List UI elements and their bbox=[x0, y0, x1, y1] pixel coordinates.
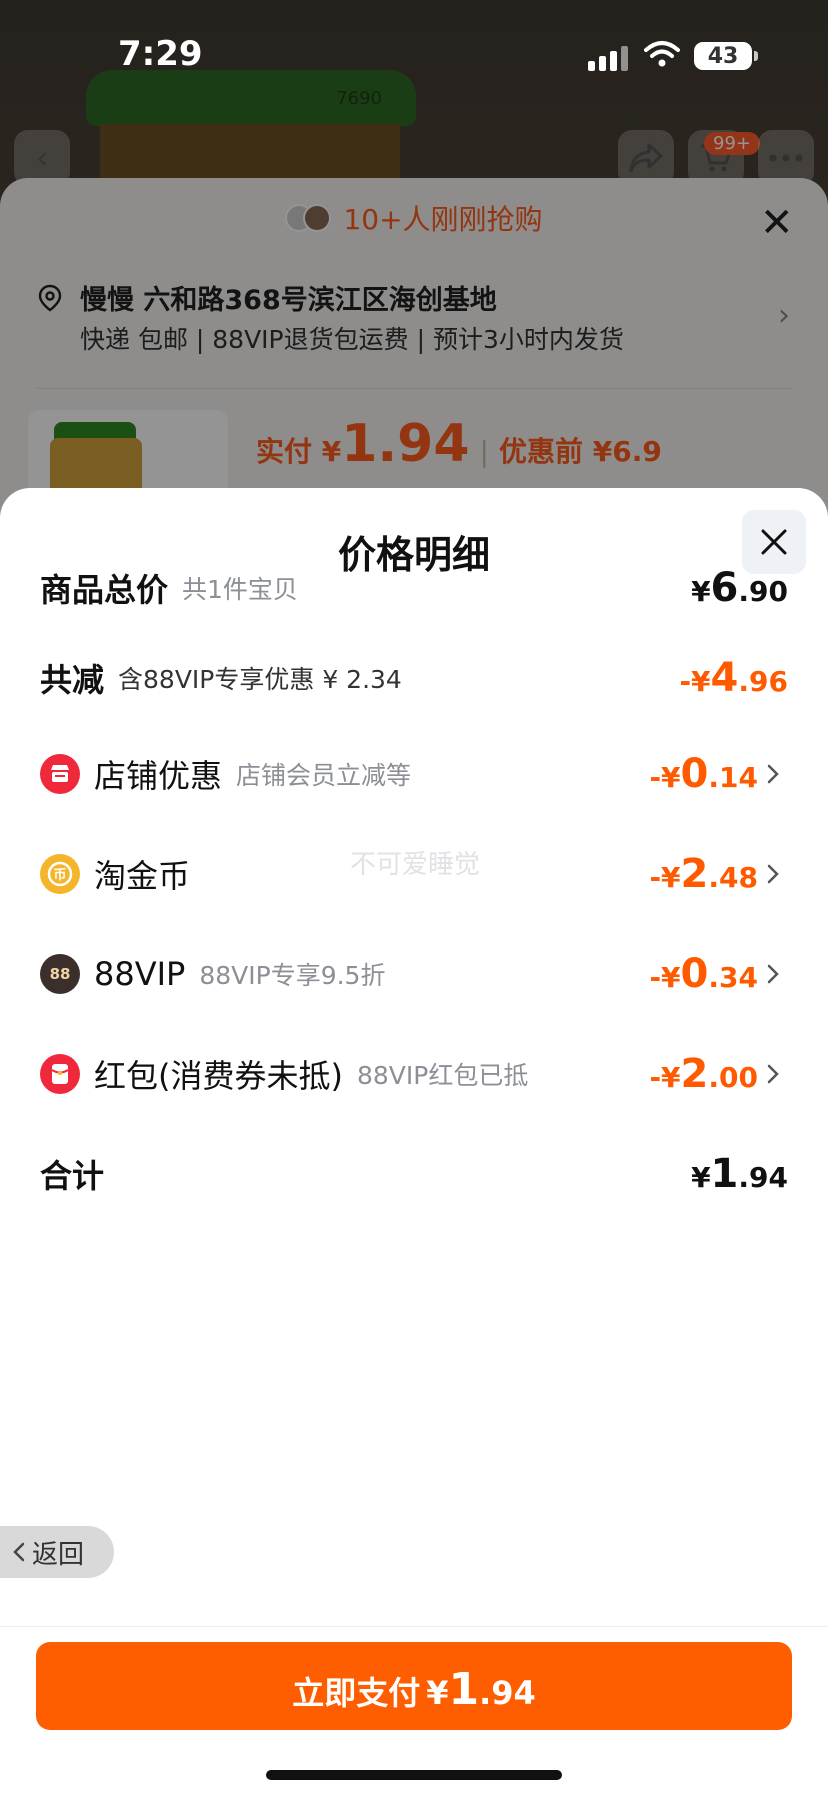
svg-text:88: 88 bbox=[50, 965, 71, 983]
price-row-total-discount: 共减 含88VIP专享优惠 ¥ 2.34 -¥ 4.96 bbox=[40, 655, 788, 701]
coin-icon: 币 bbox=[40, 854, 80, 894]
wifi-icon bbox=[644, 41, 680, 67]
discount-row-shop[interactable]: 店铺优惠 店铺会员立减等 -¥ 0.14 bbox=[40, 744, 788, 804]
discount-row-88vip[interactable]: 88 88VIP 88VIP专享9.5折 -¥ 0.34 bbox=[40, 944, 788, 1004]
divider bbox=[0, 1626, 828, 1627]
price-detail-sheet: 价格明细 商品总价 共1件宝贝 ¥6.90 共减 含88VIP专享优惠 ¥ 2.… bbox=[0, 488, 828, 1795]
price-row-subtotal: 商品总价 共1件宝贝 ¥6.90 bbox=[40, 565, 788, 611]
subtotal-amount: ¥6.90 bbox=[691, 565, 788, 611]
chevron-right-icon bbox=[766, 963, 788, 985]
cellular-signal-icon bbox=[588, 46, 628, 71]
total-discount-amount: -¥ 4.96 bbox=[679, 655, 788, 701]
status-bar: 7:29 43 bbox=[0, 0, 828, 110]
close-icon bbox=[761, 529, 787, 555]
vip-discount-amount: -¥ 0.34 bbox=[649, 951, 758, 997]
price-row-total: 合计 ¥1.94 bbox=[40, 1151, 788, 1197]
shop-discount-amount: -¥ 0.14 bbox=[649, 751, 758, 797]
coin-discount-amount: -¥ 2.48 bbox=[649, 851, 758, 897]
clock: 7:29 bbox=[118, 34, 203, 74]
battery-icon: 43 bbox=[694, 42, 758, 70]
chevron-right-icon bbox=[766, 1063, 788, 1085]
vip-icon: 88 bbox=[40, 954, 80, 994]
chevron-left-icon bbox=[13, 1542, 25, 1562]
discount-row-red-packet[interactable]: 红包(消费券未抵) 88VIP红包已抵 -¥ 2.00 bbox=[40, 1044, 788, 1104]
pay-now-button[interactable]: 立即支付 ¥ 1 .94 bbox=[36, 1642, 792, 1730]
back-button[interactable]: 返回 bbox=[0, 1526, 114, 1578]
home-indicator bbox=[266, 1770, 562, 1780]
chevron-right-icon bbox=[766, 763, 788, 785]
chevron-right-icon bbox=[766, 863, 788, 885]
discount-row-coins[interactable]: 币 淘金币 -¥ 2.48 bbox=[40, 844, 788, 904]
red-packet-discount-amount: -¥ 2.00 bbox=[649, 1051, 758, 1097]
svg-text:币: 币 bbox=[53, 868, 66, 883]
red-packet-icon bbox=[40, 1054, 80, 1094]
shop-icon bbox=[40, 754, 80, 794]
total-amount: ¥1.94 bbox=[691, 1151, 788, 1197]
